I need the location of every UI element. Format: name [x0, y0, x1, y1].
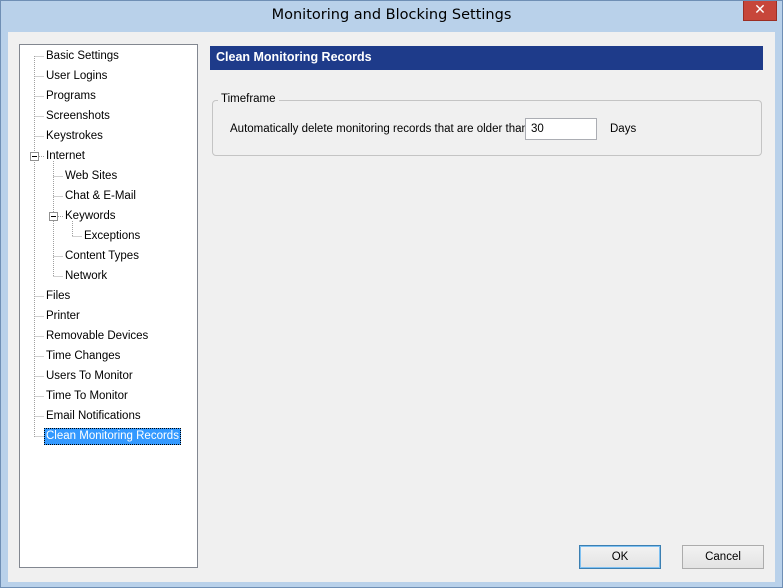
window-title: Monitoring and Blocking Settings: [271, 7, 512, 23]
tree-item-internet[interactable]: Internet: [44, 148, 87, 165]
retention-days-input[interactable]: [525, 118, 597, 140]
tree-item-exceptions[interactable]: Exceptions: [82, 228, 142, 245]
dialog-body: Basic Settings User Logins Programs Screens…: [8, 32, 775, 582]
close-button[interactable]: ✕: [743, 1, 777, 21]
tree-item-removable-devices[interactable]: Removable Devices: [44, 328, 150, 345]
tree-item-network[interactable]: Network: [63, 268, 109, 285]
settings-tree[interactable]: Basic Settings User Logins Programs Screens…: [19, 44, 198, 568]
title-bar[interactable]: Monitoring and Blocking Settings ✕: [1, 1, 782, 33]
tree-item-web-sites[interactable]: Web Sites: [63, 168, 119, 185]
tree-item-time-changes[interactable]: Time Changes: [44, 348, 122, 365]
retention-label: Automatically delete monitoring records …: [230, 123, 532, 135]
settings-window: Monitoring and Blocking Settings ✕ Basic…: [0, 0, 783, 588]
tree-item-printer[interactable]: Printer: [44, 308, 82, 325]
internet-collapse-icon[interactable]: [30, 152, 39, 161]
timeframe-group-title: Timeframe: [218, 93, 279, 105]
tree-item-clean-monitoring-records[interactable]: Clean Monitoring Records: [44, 428, 181, 445]
tree-item-email-notifications[interactable]: Email Notifications: [44, 408, 143, 425]
tree-item-time-to-monitor[interactable]: Time To Monitor: [44, 388, 130, 405]
cancel-button[interactable]: Cancel: [682, 545, 764, 569]
tree-item-screenshots[interactable]: Screenshots: [44, 108, 112, 125]
tree-item-files[interactable]: Files: [44, 288, 72, 305]
ok-button[interactable]: OK: [579, 545, 661, 569]
tree-item-programs[interactable]: Programs: [44, 88, 98, 105]
tree-item-users-to-monitor[interactable]: Users To Monitor: [44, 368, 135, 385]
tree-item-chat-email[interactable]: Chat & E-Mail: [63, 188, 138, 205]
days-unit-label: Days: [610, 123, 637, 135]
section-header: Clean Monitoring Records: [210, 46, 763, 70]
close-icon: ✕: [754, 2, 766, 18]
tree-item-basic-settings[interactable]: Basic Settings: [44, 48, 121, 65]
timeframe-group: Timeframe Automatically delete monitorin…: [212, 93, 762, 156]
tree-item-user-logins[interactable]: User Logins: [44, 68, 109, 85]
tree-item-keywords[interactable]: Keywords: [63, 208, 118, 225]
keywords-collapse-icon[interactable]: [49, 212, 58, 221]
tree-item-keystrokes[interactable]: Keystrokes: [44, 128, 105, 145]
tree-item-content-types[interactable]: Content Types: [63, 248, 141, 265]
section-title: Clean Monitoring Records: [216, 50, 372, 64]
